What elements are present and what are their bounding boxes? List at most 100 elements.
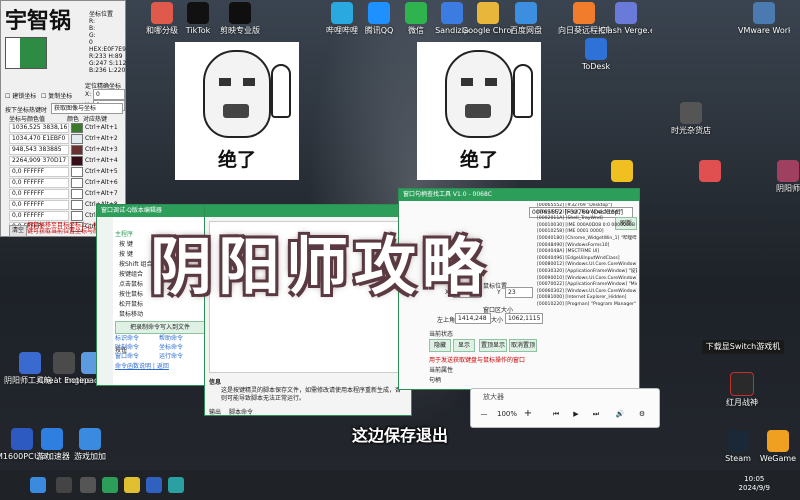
command-link[interactable]: 坐标命令 xyxy=(159,342,183,351)
app-icon xyxy=(187,2,209,24)
settings-icon[interactable]: ⚙ xyxy=(635,406,649,422)
desktop-icon[interactable]: 红月战神 xyxy=(716,372,768,408)
color-row[interactable]: 1036,525 3838,16 Ctrl+Alt+1 xyxy=(9,122,121,133)
command-item[interactable]: 松开鼠标 xyxy=(119,299,143,308)
color-row-coord: 948,543 383885 xyxy=(9,144,69,155)
desktop: 和哪分级 TikTok 剪映专业版 哔哩哔哩 腾讯QQ 微信 Sandizip Google … xyxy=(0,0,800,470)
app-icon xyxy=(730,372,754,396)
command-item[interactable]: 点击鼠标 xyxy=(119,279,143,288)
desktop-icon[interactable]: Clash Verge.exe xyxy=(600,2,652,36)
color-row-coord: 0,0 FFFFFF xyxy=(9,166,69,177)
play-icon[interactable]: ▶ xyxy=(569,406,583,422)
command-item[interactable]: 鼠标移动 xyxy=(119,309,143,318)
desktop-icon[interactable]: 百度网盘 xyxy=(500,2,552,36)
app-icon xyxy=(477,2,499,24)
desktop-icon[interactable]: VMware Workstation xyxy=(738,2,790,36)
volume-icon[interactable]: 🔊 xyxy=(613,406,627,422)
app-icon xyxy=(680,102,702,124)
tree-node[interactable]: [00070022] [ApplicationFrameWindow] "Mic… xyxy=(537,282,637,289)
next-icon[interactable]: ⏭ xyxy=(589,406,603,422)
command-item[interactable]: 按键组合 xyxy=(119,269,143,278)
minus-button[interactable]: — xyxy=(477,406,491,422)
thumbs-up-icon xyxy=(513,64,533,118)
tree-node[interactable]: [00065552] [#32769 "Desktop"] xyxy=(537,203,637,210)
color-row-swatch xyxy=(71,133,83,144)
desktop-icon[interactable] xyxy=(684,160,736,184)
app-icon[interactable] xyxy=(146,477,162,493)
prev-icon[interactable]: ⏮ xyxy=(549,406,563,422)
color-row-swatch xyxy=(71,122,83,133)
color-row-swatch xyxy=(71,144,83,155)
command-link[interactable]: 窗口命令 xyxy=(115,351,139,360)
color-row[interactable]: 1034,470 E1EBF0 Ctrl+Alt+2 xyxy=(9,133,121,144)
tree-node[interactable]: [00030320] [ApplicationFrameWindow] "设置" xyxy=(537,269,637,276)
desktop-icon[interactable]: 时光杂货店 xyxy=(656,102,726,136)
command-link[interactable]: 帮助命令 xyxy=(159,333,183,342)
app-icon xyxy=(368,2,390,24)
tree-node[interactable]: [00081000] [Internet Explorer_Hidden] xyxy=(537,295,637,302)
show-button[interactable]: 显示 xyxy=(453,339,475,352)
color-row[interactable]: 0,0 FFFFFF Ctrl+Alt+5 xyxy=(9,166,121,177)
app-icon xyxy=(331,2,353,24)
command-item[interactable]: 按 键 xyxy=(119,239,133,248)
color-row[interactable]: 0,0 FFFFFF Ctrl+Alt+6 xyxy=(9,177,121,188)
app-icon[interactable] xyxy=(168,477,184,493)
bottom-links[interactable]: 命令函数说明 | 返回 xyxy=(115,361,169,370)
tab-output[interactable]: 输出 xyxy=(209,407,221,416)
tab-script[interactable]: 脚本命令 xyxy=(229,407,253,416)
color-row-hotkey: Ctrl+Alt+3 xyxy=(85,145,118,153)
color-row-coord: 0,0 FFFFFF xyxy=(9,199,69,210)
app-icon xyxy=(753,2,775,24)
desktop-icon[interactable] xyxy=(596,160,648,184)
thumbs-up-icon xyxy=(271,64,291,118)
toolbar-strip xyxy=(97,217,113,385)
top-button[interactable]: 置顶显示 xyxy=(479,339,507,352)
untop-button[interactable]: 取消置顶 xyxy=(509,339,537,352)
color-row[interactable]: 2264,909 370D17 Ctrl+Alt+4 xyxy=(9,155,121,166)
start-icon[interactable] xyxy=(30,477,46,493)
color-row-swatch xyxy=(71,177,83,188)
info-text: 这是按键精灵的脚本保存文件，如需修改请使用本程序重新生成，否则可能导致脚本无法正… xyxy=(221,387,402,402)
command-link[interactable]: 时刻命令 xyxy=(115,342,139,351)
mouse-y[interactable]: 23 xyxy=(505,287,533,298)
desktop-icon[interactable]: 阴阳师 xyxy=(762,160,800,194)
hide-button[interactable]: 隐藏 xyxy=(429,339,451,352)
search-icon[interactable] xyxy=(56,477,72,493)
app-icon xyxy=(585,38,607,60)
tree-node[interactable]: [00010258] [IME 0001 0000] xyxy=(537,229,637,236)
app-icon[interactable] xyxy=(102,477,118,493)
command-item[interactable]: 按 键 xyxy=(119,249,133,258)
color-row-coord: 0,0 FFFFFF xyxy=(9,210,69,221)
tree-node[interactable]: [00040180] [Chrome_WidgetWin_1] "哔哩哔哩" xyxy=(537,236,637,243)
picker-brand: 宇智锅 xyxy=(5,9,72,34)
color-row-coord: 0,0 FFFFFF xyxy=(9,177,69,188)
desktop-icon[interactable]: 下载显Switch游戏机 xyxy=(702,340,784,354)
app-icon xyxy=(611,160,633,182)
command-item[interactable]: 按住鼠标 xyxy=(119,289,143,298)
color-picker-window: 宇智锅 坐标位置 R: B: G: 0 HEX:E0F7E9 R:233 H:8… xyxy=(0,0,126,237)
app-icon xyxy=(777,160,799,182)
color-row[interactable]: 948,543 383885 Ctrl+Alt+3 xyxy=(9,144,121,155)
x-input[interactable]: 0 xyxy=(93,89,125,100)
hotkey-mode-select[interactable]: 获取图像与坐标 xyxy=(51,103,123,114)
taskview-icon[interactable] xyxy=(80,477,96,493)
app-icon[interactable] xyxy=(124,477,140,493)
command-link[interactable]: 运行命令 xyxy=(159,351,183,360)
lock-coord-checkbox[interactable]: ☐ 建锁坐标 xyxy=(5,91,36,100)
video-subtitle: 这边保存退出 xyxy=(351,426,448,445)
plus-button[interactable]: + xyxy=(521,406,535,422)
tree-node[interactable]: [0004048A] [MSCTFIME UI] xyxy=(537,249,637,256)
clear-button[interactable]: 清空 xyxy=(9,225,27,237)
x-label: X: xyxy=(85,91,92,98)
command-link[interactable]: 标识命令 xyxy=(115,333,139,342)
desktop-icon[interactable]: ToDesk xyxy=(570,38,622,72)
window-tree[interactable]: [00065552] [#32769 "Desktop"] [00030472]… xyxy=(537,203,637,353)
copy-coord-checkbox[interactable]: ☐ 复制坐标 xyxy=(41,91,72,100)
tree-node[interactable]: [00080012] [Windows.UI.Core.CoreWindow] xyxy=(537,262,637,269)
tree-node[interactable]: [0002011A] [Shell_TrayWnd] xyxy=(537,216,637,223)
topleft-field[interactable]: 1414,248 xyxy=(455,313,491,324)
desktop-icon[interactable]: 剪映专业版 xyxy=(214,2,266,36)
tree-node[interactable]: [00010220] [Progman] "Program Manager" xyxy=(537,302,637,309)
color-row[interactable]: 0,0 FFFFFF Ctrl+Alt+7 xyxy=(9,188,121,199)
app-icon xyxy=(615,2,637,24)
